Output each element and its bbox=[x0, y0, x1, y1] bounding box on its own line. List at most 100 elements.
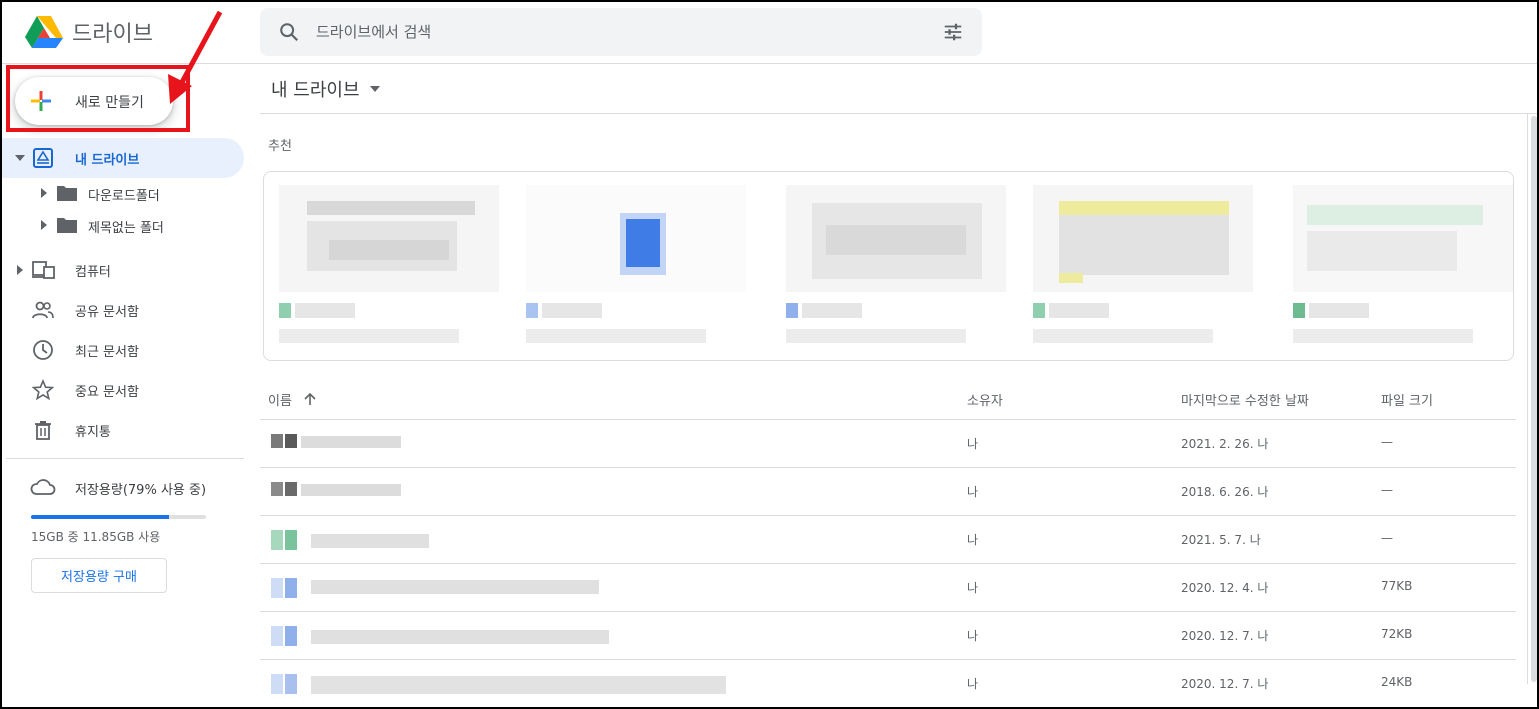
file-thumbnail-blurred bbox=[279, 185, 499, 292]
suggested-card[interactable] bbox=[1277, 161, 1517, 362]
storage-item[interactable]: 저장용량(79% 사용 중) bbox=[0, 472, 244, 502]
sidebar-item-label: 중요 문서함 bbox=[75, 385, 139, 400]
dropdown-icon[interactable] bbox=[369, 86, 380, 92]
file-size: 24KB bbox=[1381, 675, 1413, 689]
sort-ascending-icon[interactable] bbox=[303, 392, 317, 406]
top-header: 드라이브 bbox=[0, 0, 1539, 64]
file-modified: 2020. 12. 4. 나 bbox=[1181, 581, 1269, 595]
main-divider bbox=[260, 113, 1539, 114]
caret-right-icon[interactable] bbox=[40, 188, 48, 198]
sidebar-item-shared[interactable]: 공유 문서함 bbox=[0, 290, 244, 330]
column-header-modified[interactable]: 마지막으로 수정한 날짜 bbox=[1181, 390, 1309, 409]
file-name-blurred bbox=[271, 626, 609, 646]
file-meta-blurred bbox=[1293, 329, 1473, 343]
file-meta-blurred bbox=[279, 329, 459, 343]
sidebar-item-my-drive[interactable]: 내 드라이브 bbox=[0, 138, 244, 178]
file-size: — bbox=[1381, 531, 1393, 545]
file-type-icon-blurred bbox=[1033, 303, 1109, 318]
file-row[interactable]: 나 2021. 2. 26. 나 — bbox=[260, 420, 1516, 468]
storage-progress-bar bbox=[31, 515, 206, 519]
sidebar-item-computers[interactable]: 컴퓨터 bbox=[0, 250, 244, 290]
breadcrumb[interactable]: 내 드라이브 bbox=[271, 76, 380, 102]
scrollbar-thumb[interactable] bbox=[1531, 116, 1537, 682]
sidebar-item-recent[interactable]: 최근 문서함 bbox=[0, 330, 244, 370]
drive-logo-icon[interactable] bbox=[24, 14, 64, 50]
search-icon[interactable] bbox=[278, 21, 300, 43]
column-header-name[interactable]: 이름 bbox=[268, 390, 292, 409]
file-owner: 나 bbox=[967, 437, 979, 451]
file-thumbnail-blurred bbox=[1033, 185, 1253, 292]
folder-download[interactable]: 다운로드폴더 bbox=[0, 177, 244, 209]
my-drive-icon bbox=[33, 148, 53, 168]
file-row[interactable]: 나 2020. 12. 4. 나 77KB bbox=[260, 564, 1516, 612]
new-button-label: 새로 만들기 bbox=[75, 95, 144, 111]
file-row[interactable]: 나 2018. 6. 26. 나 — bbox=[260, 468, 1516, 516]
new-button[interactable]: 새로 만들기 bbox=[15, 77, 173, 125]
folder-icon bbox=[57, 186, 77, 201]
caret-right-icon[interactable] bbox=[40, 220, 48, 230]
trash-icon bbox=[35, 421, 51, 440]
suggested-card[interactable] bbox=[770, 161, 1010, 362]
file-type-icon-blurred bbox=[279, 303, 355, 318]
clock-icon bbox=[33, 340, 53, 360]
file-owner: 나 bbox=[967, 629, 979, 643]
suggested-section-label: 추천 bbox=[268, 139, 292, 154]
folder-untitled[interactable]: 제목없는 폴더 bbox=[0, 209, 244, 241]
star-icon bbox=[32, 379, 54, 401]
cloud-icon bbox=[30, 479, 56, 495]
folder-label: 제목없는 폴더 bbox=[88, 221, 164, 236]
file-size: — bbox=[1381, 435, 1393, 449]
sidebar-item-label: 컴퓨터 bbox=[75, 265, 111, 280]
folder-label: 다운로드폴더 bbox=[88, 189, 160, 204]
file-row[interactable]: 나 2020. 12. 7. 나 72KB bbox=[260, 612, 1516, 660]
computer-icon bbox=[32, 261, 55, 279]
breadcrumb-current[interactable]: 내 드라이브 bbox=[271, 76, 360, 102]
people-icon bbox=[32, 301, 54, 319]
app-title[interactable]: 드라이브 bbox=[72, 16, 153, 48]
file-name-blurred bbox=[271, 674, 726, 694]
storage-progress-fill bbox=[31, 515, 170, 519]
file-meta-blurred bbox=[786, 329, 966, 343]
file-modified: 2020. 12. 7. 나 bbox=[1181, 629, 1269, 643]
sidebar-item-label: 휴지통 bbox=[75, 425, 111, 440]
file-owner: 나 bbox=[967, 581, 979, 595]
suggested-card[interactable] bbox=[1017, 161, 1257, 362]
search-input[interactable] bbox=[316, 20, 916, 44]
file-modified: 2018. 6. 26. 나 bbox=[1181, 485, 1269, 499]
file-thumbnail-blurred bbox=[1293, 185, 1513, 292]
sidebar-item-label: 공유 문서함 bbox=[75, 305, 139, 320]
file-type-icon-blurred bbox=[526, 303, 602, 318]
file-modified: 2020. 12. 7. 나 bbox=[1181, 677, 1269, 691]
suggested-card[interactable] bbox=[263, 161, 503, 362]
caret-down-icon[interactable] bbox=[15, 153, 25, 163]
sidebar-divider bbox=[6, 458, 244, 459]
sidebar-item-label: 최근 문서함 bbox=[75, 345, 139, 360]
suggested-card[interactable] bbox=[510, 161, 750, 362]
search-bar[interactable] bbox=[260, 8, 982, 56]
sidebar-item-trash[interactable]: 휴지통 bbox=[0, 410, 244, 450]
file-name-blurred bbox=[271, 434, 401, 448]
file-size: 72KB bbox=[1381, 627, 1413, 641]
plus-icon bbox=[31, 91, 51, 111]
file-type-icon-blurred bbox=[1293, 303, 1369, 318]
file-owner: 나 bbox=[967, 485, 979, 499]
caret-right-icon[interactable] bbox=[15, 265, 25, 275]
file-thumbnail-blurred bbox=[786, 185, 1006, 292]
sidebar-item-starred[interactable]: 중요 문서함 bbox=[0, 370, 244, 410]
search-options-icon[interactable] bbox=[942, 21, 964, 43]
file-name-blurred bbox=[271, 578, 599, 598]
folder-icon bbox=[57, 218, 77, 233]
storage-detail: 15GB 중 11.85GB 사용 bbox=[31, 530, 161, 544]
file-size: 77KB bbox=[1381, 579, 1413, 593]
vertical-scrollbar[interactable] bbox=[1527, 114, 1537, 684]
file-row[interactable]: 나 2020. 12. 7. 나 24KB bbox=[260, 660, 1516, 708]
file-size: — bbox=[1381, 483, 1393, 497]
file-row[interactable]: 나 2021. 5. 7. 나 — bbox=[260, 516, 1516, 564]
file-thumbnail-blurred bbox=[526, 185, 746, 292]
file-meta-blurred bbox=[526, 329, 706, 343]
column-header-size[interactable]: 파일 크기 bbox=[1381, 390, 1433, 409]
buy-storage-button[interactable]: 저장용량 구매 bbox=[31, 558, 167, 593]
file-meta-blurred bbox=[1033, 329, 1213, 343]
file-modified: 2021. 5. 7. 나 bbox=[1181, 533, 1261, 547]
column-header-owner[interactable]: 소유자 bbox=[967, 390, 1003, 409]
